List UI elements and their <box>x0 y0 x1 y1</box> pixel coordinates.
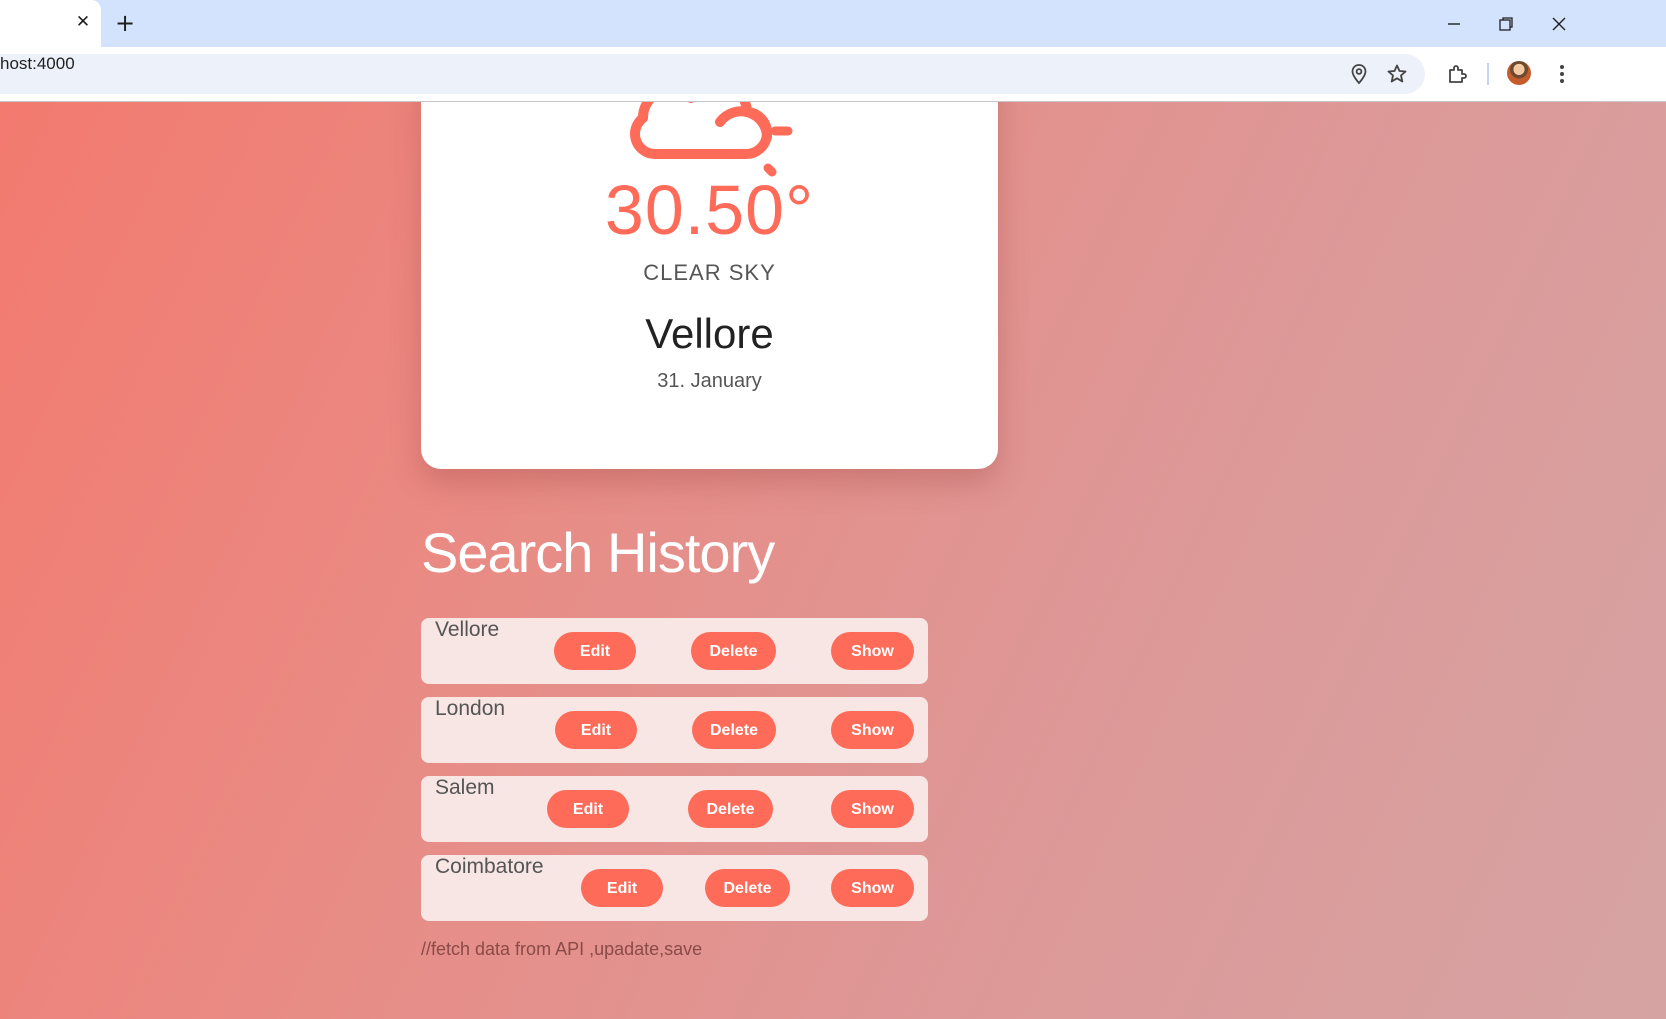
edit-button[interactable]: Edit <box>581 869 663 907</box>
history-city: London <box>435 697 506 720</box>
minimize-icon[interactable] <box>1443 13 1465 35</box>
location-pin-icon[interactable] <box>1347 62 1371 86</box>
search-history-title: Search History <box>421 521 775 584</box>
search-history-list: Vellore Edit Delete Show London Edit Del… <box>421 618 928 934</box>
city-name: Vellore <box>645 310 774 357</box>
delete-button[interactable]: Delete <box>688 790 773 828</box>
weather-date: 31. January <box>657 370 762 392</box>
profile-avatar[interactable] <box>1507 61 1531 85</box>
delete-button[interactable]: Delete <box>691 632 776 670</box>
more-vert-icon[interactable] <box>1550 62 1574 86</box>
restore-icon[interactable] <box>1495 13 1517 35</box>
history-city: Vellore <box>435 618 500 641</box>
url-text[interactable]: host:4000 <box>0 54 75 94</box>
history-city: Coimbatore <box>435 855 544 878</box>
weather-condition: CLEAR SKY <box>643 260 776 285</box>
edit-button[interactable]: Edit <box>555 711 637 749</box>
toolbar-divider <box>1487 63 1489 85</box>
show-button[interactable]: Show <box>831 632 914 670</box>
delete-button[interactable]: Delete <box>692 711 776 749</box>
extensions-icon[interactable] <box>1445 62 1469 86</box>
new-tab-button[interactable]: + <box>114 11 136 35</box>
address-bar[interactable]: host:4000 <box>0 54 1425 94</box>
show-button[interactable]: Show <box>831 869 914 907</box>
show-button[interactable]: Show <box>831 711 914 749</box>
weather-card: 30.50° CLEAR SKY Vellore 31. January <box>421 102 998 469</box>
close-icon[interactable]: ✕ <box>73 12 93 32</box>
code-comment-text: //fetch data from API ,upadate,save <box>421 939 703 959</box>
history-item: Salem Edit Delete Show <box>421 776 928 842</box>
history-city: Salem <box>435 776 495 799</box>
temperature: 30.50° <box>604 171 815 249</box>
edit-button[interactable]: Edit <box>547 790 629 828</box>
history-item: Vellore Edit Delete Show <box>421 618 928 684</box>
page-viewport: 30.50° CLEAR SKY Vellore 31. January Sea… <box>0 102 1666 1019</box>
delete-button[interactable]: Delete <box>705 869 790 907</box>
show-button[interactable]: Show <box>831 790 914 828</box>
tab-strip: ✕ + <box>0 0 1666 47</box>
edit-button[interactable]: Edit <box>554 632 636 670</box>
browser-toolbar: host:4000 <box>0 47 1666 102</box>
window-close-icon[interactable] <box>1548 13 1570 35</box>
star-icon[interactable] <box>1385 62 1409 86</box>
history-item: Coimbatore Edit Delete Show <box>421 855 928 921</box>
history-item: London Edit Delete Show <box>421 697 928 763</box>
browser-tab[interactable]: ✕ <box>0 0 101 47</box>
